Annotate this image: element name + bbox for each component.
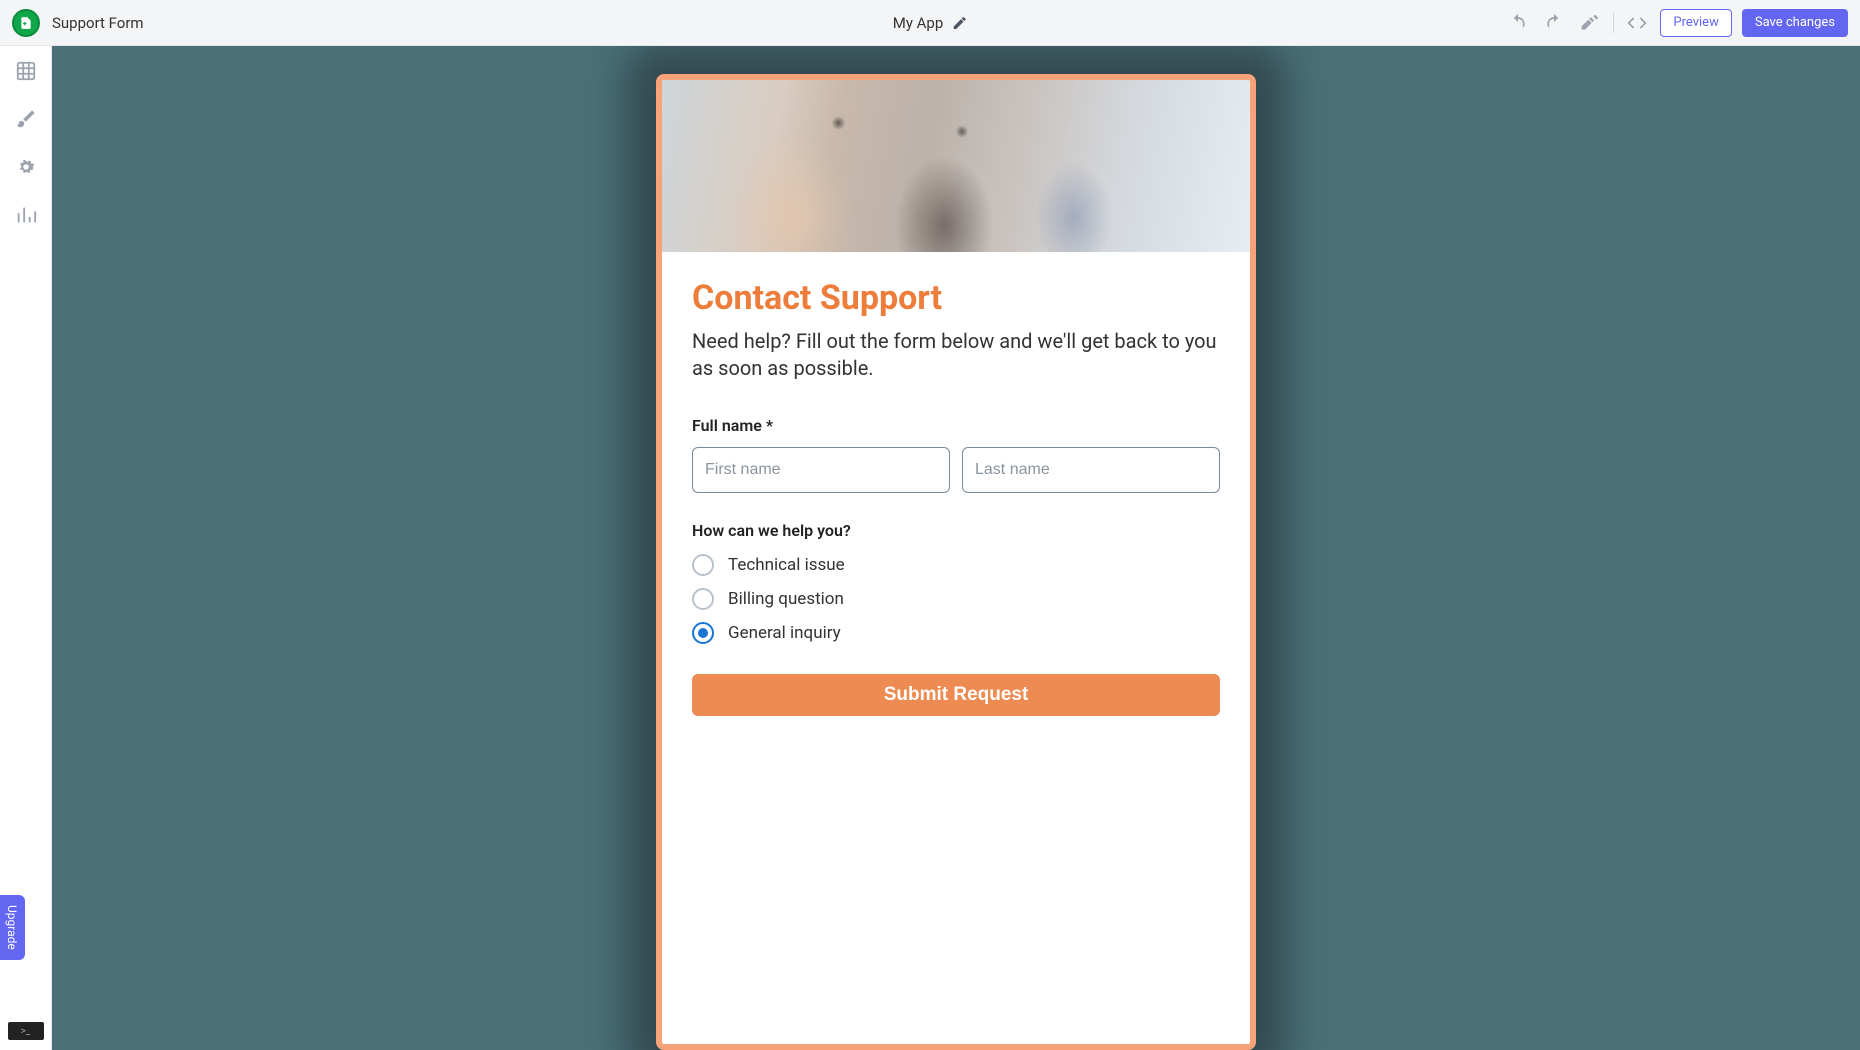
hammer-icon[interactable]: [1577, 10, 1603, 36]
radio-label: Billing question: [728, 589, 844, 609]
preview-button[interactable]: Preview: [1660, 9, 1731, 37]
first-name-input[interactable]: [692, 447, 950, 493]
page-title: Support Form: [52, 14, 144, 32]
radio-general-inquiry[interactable]: General inquiry: [692, 622, 1220, 644]
radio-icon: [692, 622, 714, 644]
radio-technical-issue[interactable]: Technical issue: [692, 554, 1220, 576]
app-logo[interactable]: [12, 9, 40, 37]
name-row: [692, 447, 1220, 493]
full-name-label: Full name *: [692, 416, 1220, 435]
upgrade-button[interactable]: Upgrade: [0, 895, 25, 960]
support-form-card: Contact Support Need help? Fill out the …: [656, 74, 1256, 1050]
last-name-input[interactable]: [962, 447, 1220, 493]
radio-billing-question[interactable]: Billing question: [692, 588, 1220, 610]
form-body: Contact Support Need help? Fill out the …: [662, 252, 1250, 746]
submit-button[interactable]: Submit Request: [692, 674, 1220, 716]
gear-icon[interactable]: [15, 156, 37, 178]
radio-label: Technical issue: [728, 555, 845, 575]
undo-icon[interactable]: [1505, 10, 1531, 36]
form-subheading: Need help? Fill out the form below and w…: [692, 328, 1220, 382]
grid-icon[interactable]: [15, 60, 37, 82]
radio-icon: [692, 588, 714, 610]
brush-icon[interactable]: [15, 108, 37, 130]
terminal-icon[interactable]: >_: [8, 1022, 44, 1040]
help-label: How can we help you?: [692, 521, 1220, 540]
app-name-editor[interactable]: My App: [893, 14, 968, 32]
app-name-text: My App: [893, 14, 944, 32]
editor-canvas[interactable]: Contact Support Need help? Fill out the …: [52, 46, 1860, 1050]
form-heading: Contact Support: [692, 278, 1220, 318]
divider: [1613, 13, 1614, 33]
save-button[interactable]: Save changes: [1742, 9, 1848, 37]
left-rail: Upgrade >_: [0, 46, 52, 1050]
redo-icon[interactable]: [1541, 10, 1567, 36]
radio-icon: [692, 554, 714, 576]
main: Upgrade >_ Contact Support Need help? Fi…: [0, 46, 1860, 1050]
chart-icon[interactable]: [15, 204, 37, 226]
help-radio-group: Technical issue Billing question General…: [692, 554, 1220, 644]
hero-image: [662, 80, 1250, 252]
code-icon[interactable]: [1624, 10, 1650, 36]
radio-label: General inquiry: [728, 623, 841, 643]
topbar-actions: Preview Save changes: [1505, 9, 1848, 37]
pencil-icon[interactable]: [951, 15, 967, 31]
topbar: Support Form My App Preview Save changes: [0, 0, 1860, 46]
